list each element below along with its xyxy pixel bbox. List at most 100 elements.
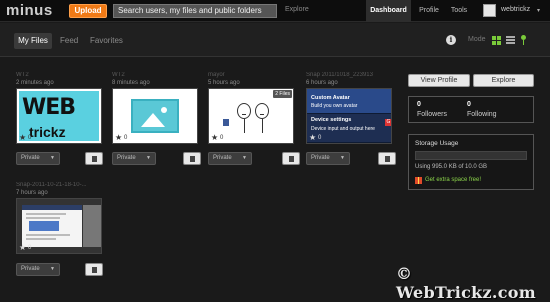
user-avatar[interactable] [483,4,496,17]
explore-link[interactable]: Explore [285,6,309,13]
trash-icon [289,156,294,162]
facebook-icon [223,119,229,126]
star-count: 0 [28,135,32,141]
delete-button[interactable] [282,152,300,165]
privacy-label: Private [21,266,40,272]
image-placeholder-icon [131,99,179,133]
nav-tools[interactable]: Tools [446,0,472,22]
delete-button[interactable] [85,263,103,276]
file-card[interactable]: WT2 2 minutes ago WEB trickz ★ 0 [16,72,102,152]
privacy-label: Private [21,155,40,161]
storage-panel: Storage Usage Using 995.0 KB of 10.0 GB … [408,134,534,190]
chevron-down-icon: ▼ [50,266,55,272]
storage-progress-bar [415,151,527,160]
star-icon[interactable]: ★ [211,133,218,142]
screen-line: Build you own avatar [311,103,358,109]
star-count: 0 [28,245,32,251]
chevron-down-icon: ▼ [340,155,345,161]
privacy-label: Private [311,155,330,161]
nav-profile[interactable]: Profile [414,0,444,22]
google-plus-icon: G [385,119,391,126]
view-profile-button[interactable]: View Profile [408,74,470,87]
file-card[interactable]: mayor 5 hours ago 2 Files ★ 0 [208,72,294,152]
star-count: 0 [318,135,322,141]
search-input[interactable]: Search users, my files and public folder… [113,4,277,18]
privacy-dropdown[interactable]: Private ▼ [306,152,350,165]
card-title: WT2 [112,72,125,78]
followers-count: 0 [417,101,421,108]
watermark: © WebTrickz.com [396,264,537,302]
tab-favorites[interactable]: Favorites [90,33,123,49]
star-icon[interactable]: ★ [19,133,26,142]
card-time: 6 hours ago [306,80,338,86]
gift-icon [415,177,422,184]
screen-line: Custom Avatar [311,95,350,101]
minus-logo[interactable]: minus [6,2,53,19]
card-title: Snap 2011/1018_223913 [306,72,373,78]
privacy-dropdown[interactable]: Private ▼ [16,152,60,165]
star-icon[interactable]: ★ [309,133,316,142]
following-count: 0 [467,101,471,108]
trash-icon [92,156,97,162]
star-icon[interactable]: ★ [115,133,122,142]
upload-button[interactable]: Upload [69,4,107,18]
delete-button[interactable] [378,152,396,165]
trash-icon [385,156,390,162]
extra-space-link[interactable]: Get extra space free! [425,177,481,183]
thumb-text: trickz [29,124,66,140]
card-title: mayor [208,72,225,78]
file-card[interactable]: WT2 8 minutes ago ★ 0 [112,72,198,152]
trash-icon [190,156,195,162]
web-logo-image: WEB trickz [19,91,99,141]
screen-line: Device settings [311,117,352,123]
storage-usage-text: Using 995.0 KB of 10.0 GB [415,164,488,170]
file-thumbnail[interactable]: ★ 0 [112,88,198,144]
file-card[interactable]: Snap 2011/1018_223913 6 hours ago Custom… [306,72,392,152]
card-time: 7 hours ago [16,190,48,196]
trash-icon [92,267,97,273]
pin-view-icon[interactable] [521,35,527,45]
meme-face [255,103,269,119]
info-icon[interactable]: i [446,35,456,45]
tab-feed[interactable]: Feed [60,33,78,49]
chevron-down-icon[interactable]: ▾ [537,7,540,14]
star-count: 0 [124,135,128,141]
file-thumbnail[interactable]: ★ 0 [16,198,102,254]
chevron-down-icon: ▼ [242,155,247,161]
star-count: 0 [220,135,224,141]
card-title: Snap-2011-10-21-18-10-... [16,182,87,188]
card-time: 8 minutes ago [112,80,150,86]
privacy-label: Private [213,155,232,161]
file-thumbnail[interactable]: 2 Files ★ 0 [208,88,294,144]
explore-button[interactable]: Explore [473,74,534,87]
nav-dashboard[interactable]: Dashboard [366,0,411,22]
star-icon[interactable]: ★ [19,243,26,252]
tab-my-files[interactable]: My Files [14,33,52,49]
meme-face [237,103,251,119]
card-title: WT2 [16,72,29,78]
file-thumbnail[interactable]: WEB trickz ★ 0 [16,88,102,144]
files-count-badge: 2 Files [273,90,292,98]
privacy-dropdown[interactable]: Private ▼ [208,152,252,165]
file-card[interactable]: Snap-2011-10-21-18-10-... 7 hours ago ★ … [16,182,102,262]
mode-label: Mode [468,36,486,43]
privacy-dropdown[interactable]: Private ▼ [16,263,60,276]
thumb-text: WEB [22,95,76,120]
delete-button[interactable] [85,152,103,165]
list-view-icon[interactable] [506,36,515,45]
file-thumbnail[interactable]: Custom Avatar Build you own avatar Devic… [306,88,392,144]
card-time: 5 hours ago [208,80,240,86]
chevron-down-icon: ▼ [50,155,55,161]
grid-view-icon[interactable] [492,36,501,45]
card-time: 2 minutes ago [16,80,54,86]
privacy-dropdown[interactable]: Private ▼ [112,152,156,165]
sub-navigation: My Files Feed Favorites i Mode [0,23,550,57]
following-label[interactable]: Following [467,111,497,118]
username-label[interactable]: webtrickz [501,6,530,13]
followers-label[interactable]: Followers [417,111,447,118]
screen-line: Device input and output here [311,126,375,132]
top-bar: minus Upload Search users, my files and … [0,0,550,22]
storage-title: Storage Usage [415,140,459,147]
delete-button[interactable] [183,152,201,165]
privacy-label: Private [117,155,136,161]
